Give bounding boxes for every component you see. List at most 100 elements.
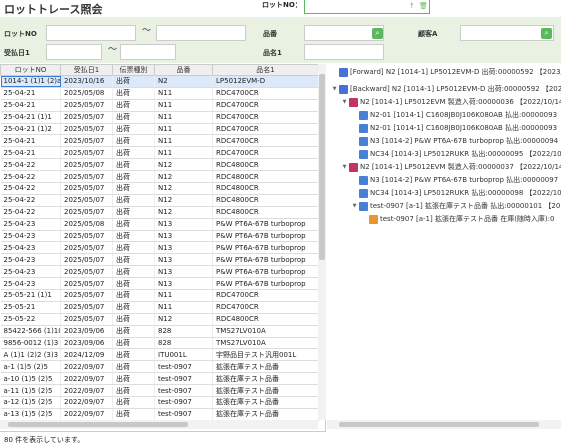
header-lotno-input[interactable]: ↑ 🗑	[304, 0, 430, 14]
cell-hinmei[interactable]: RDC4800CR	[212, 182, 319, 195]
cell-date[interactable]: 2024/12/09	[60, 348, 113, 362]
table-row[interactable]: 25-04-23 2025/05/07 出荷 N13 P&W PT6A-67B turb…	[0, 277, 319, 291]
cell-hinban[interactable]: N11	[154, 123, 213, 136]
table-row[interactable]: 25-04-21 (1)2 2025/05/07 出荷 N11 RDC4700CR	[0, 123, 319, 136]
cell-hinmei[interactable]: P&W PT6A-67B turboprop	[212, 241, 319, 255]
cell-hinban[interactable]: N11	[154, 99, 213, 112]
cell-hinmei[interactable]: RDC4800CR	[212, 158, 319, 172]
date-from-input[interactable]	[46, 44, 102, 60]
col-header-date[interactable]: 受払日1	[60, 64, 113, 76]
cell-type[interactable]: 出荷	[112, 206, 155, 219]
cell-hinmei[interactable]: RDC4800CR	[212, 194, 319, 207]
cell-type[interactable]: 出荷	[112, 99, 155, 112]
table-row[interactable]: 25-04-21 2025/05/07 出荷 N11 RDC4700CR	[0, 146, 319, 160]
cell-hinban[interactable]: N13	[154, 253, 213, 267]
cell-date[interactable]: 2025/05/07	[60, 230, 113, 243]
cell-type[interactable]: 出荷	[112, 111, 155, 124]
table-row[interactable]: 25-04-23 2025/05/08 出荷 N13 P&W PT6A-67B turb…	[0, 218, 319, 231]
cell-lotno[interactable]: a-12 (1)5 (2)5	[0, 396, 61, 409]
arrow-up-icon[interactable]: ↑	[409, 2, 415, 10]
tree-node[interactable]: NC34 [1014-3] LP5012RUKR 払出:00000098 【20…	[351, 187, 561, 199]
table-row[interactable]: 25-04-22 2025/05/07 出荷 N12 RDC4800CR	[0, 158, 319, 172]
table-row[interactable]: 25-04-22 2025/05/07 出荷 N12 RDC4800CR	[0, 194, 319, 207]
cell-type[interactable]: 出荷	[112, 265, 155, 279]
col-header-hinmei[interactable]: 品名1	[212, 64, 319, 76]
cell-date[interactable]: 2025/05/07	[60, 265, 113, 279]
tree-node[interactable]: NC34 [1014-3] LP5012RUKR 払出:00000095 【20…	[351, 148, 561, 160]
cell-type[interactable]: 出荷	[112, 337, 155, 350]
cell-hinban[interactable]: N11	[154, 146, 213, 160]
table-row[interactable]: 9856-0012 (1)3 (2023/09/06 出荷 828 TMS27LV01…	[0, 337, 319, 350]
table-row[interactable]: 25-04-23 2025/05/07 出荷 N13 P&W PT6A-67B turb…	[0, 230, 319, 243]
cell-lotno[interactable]: 25-04-21 (1)1	[0, 111, 61, 124]
cell-hinban[interactable]: test-0907	[154, 384, 213, 398]
cell-date[interactable]: 2025/05/07	[60, 182, 113, 195]
cell-lotno[interactable]: 25-04-21	[0, 134, 61, 148]
cell-date[interactable]: 2025/05/07	[60, 170, 113, 184]
tree-node[interactable]: ▼ test-0907 [a-1] 拡張在庫テスト品番 払出:00000101 【…	[351, 200, 560, 212]
cell-type[interactable]: 出荷	[112, 241, 155, 255]
cell-type[interactable]: 出荷	[112, 170, 155, 184]
tree-toggle-icon[interactable]: ▼	[331, 86, 338, 92]
table-row[interactable]: A (1)1 (2)2 (3)3 (52024/12/09出荷ITU001L宇野…	[0, 348, 319, 362]
table-row[interactable]: 25-04-21 2025/05/07 出荷 N11 RDC4700CR	[0, 99, 319, 112]
cell-date[interactable]: 2025/05/07	[60, 313, 113, 326]
grid-vertical-scrollbar[interactable]	[318, 64, 326, 420]
col-header-hinban[interactable]: 品番	[154, 64, 213, 76]
table-row[interactable]: a-10 (1)5 (2)5 2022/09/07 出荷 test-0907 拡張在庫テ…	[0, 372, 319, 386]
tree-toggle-icon[interactable]: ▼	[341, 164, 348, 170]
cell-date[interactable]: 2023/10/16	[60, 75, 113, 88]
cell-hinban[interactable]: N11	[154, 111, 213, 124]
cell-date[interactable]: 2025/05/07	[60, 134, 113, 148]
cell-type[interactable]: 出荷	[112, 384, 155, 398]
cell-hinban[interactable]: N13	[154, 218, 213, 231]
cell-hinmei[interactable]: 拡張在庫テスト品番	[212, 372, 319, 386]
cell-hinban[interactable]: N11	[154, 87, 213, 100]
cell-date[interactable]: 2022/09/07	[60, 408, 113, 421]
cell-hinban[interactable]: test-0907	[154, 360, 213, 374]
cell-hinban[interactable]: N13	[154, 277, 213, 291]
cell-lotno[interactable]: 1014-1 (1)1 (2)a	[0, 75, 61, 88]
cell-lotno[interactable]: 25-04-22	[0, 170, 61, 184]
cell-lotno[interactable]: 25-04-23	[0, 241, 61, 255]
cell-lotno[interactable]: 25-04-22	[0, 182, 61, 195]
cell-date[interactable]: 2025/05/07	[60, 111, 113, 124]
table-row[interactable]: 25-04-23 2025/05/07 出荷 N13 P&W PT6A-67B turb…	[0, 241, 319, 255]
tree-node[interactable]: N2-01 [1014-1] C1608JB0J106K080AB 払出:000…	[351, 122, 557, 134]
table-row[interactable]: 1014-1 (1)1 (2)a 2023/10/16 出荷 N2 LP5012EVM-…	[0, 75, 319, 88]
cell-lotno[interactable]: a-13 (1)5 (2)5	[0, 408, 61, 421]
customer-search-button[interactable]: ⌕	[541, 28, 552, 39]
cell-type[interactable]: 出荷	[112, 123, 155, 136]
cell-hinban[interactable]: N12	[154, 313, 213, 326]
tree-horizontal-scrollbar[interactable]	[327, 420, 561, 429]
cell-hinban[interactable]: N11	[154, 301, 213, 314]
cell-type[interactable]: 出荷	[112, 146, 155, 160]
cell-type[interactable]: 出荷	[112, 396, 155, 409]
cell-date[interactable]: 2025/05/07	[60, 289, 113, 302]
grid-horizontal-scrollbar[interactable]	[0, 420, 318, 429]
cell-lotno[interactable]: 25-04-23	[0, 253, 61, 267]
tree-toggle-icon[interactable]: ▼	[341, 99, 348, 105]
cell-date[interactable]: 2025/05/07	[60, 123, 113, 136]
cell-date[interactable]: 2022/09/07	[60, 372, 113, 386]
cell-lotno[interactable]: 25-05-22	[0, 313, 61, 326]
cell-hinmei[interactable]: 拡張在庫テスト品番	[212, 408, 319, 421]
cell-lotno[interactable]: 85422-566 (1)10 (	[0, 325, 61, 338]
cell-type[interactable]: 出荷	[112, 87, 155, 100]
lotno-from-input[interactable]	[46, 25, 136, 41]
cell-hinban[interactable]: N13	[154, 230, 213, 243]
table-row[interactable]: 25-04-21 2025/05/07 出荷 N11 RDC4700CR	[0, 134, 319, 148]
cell-type[interactable]: 出荷	[112, 325, 155, 338]
cell-hinban[interactable]: test-0907	[154, 396, 213, 409]
cell-hinmei[interactable]: TMS27LV010A	[212, 337, 319, 350]
cell-hinban[interactable]: N12	[154, 194, 213, 207]
cell-lotno[interactable]: 25-04-22	[0, 206, 61, 219]
cell-hinmei[interactable]: P&W PT6A-67B turboprop	[212, 265, 319, 279]
cell-type[interactable]: 出荷	[112, 408, 155, 421]
cell-hinban[interactable]: N2	[154, 75, 213, 88]
cell-lotno[interactable]: a-10 (1)5 (2)5	[0, 372, 61, 386]
cell-type[interactable]: 出荷	[112, 289, 155, 302]
cell-hinmei[interactable]: RDC4800CR	[212, 206, 319, 219]
cell-hinban[interactable]: N11	[154, 289, 213, 302]
cell-lotno[interactable]: 25-05-21 (1)1	[0, 289, 61, 302]
